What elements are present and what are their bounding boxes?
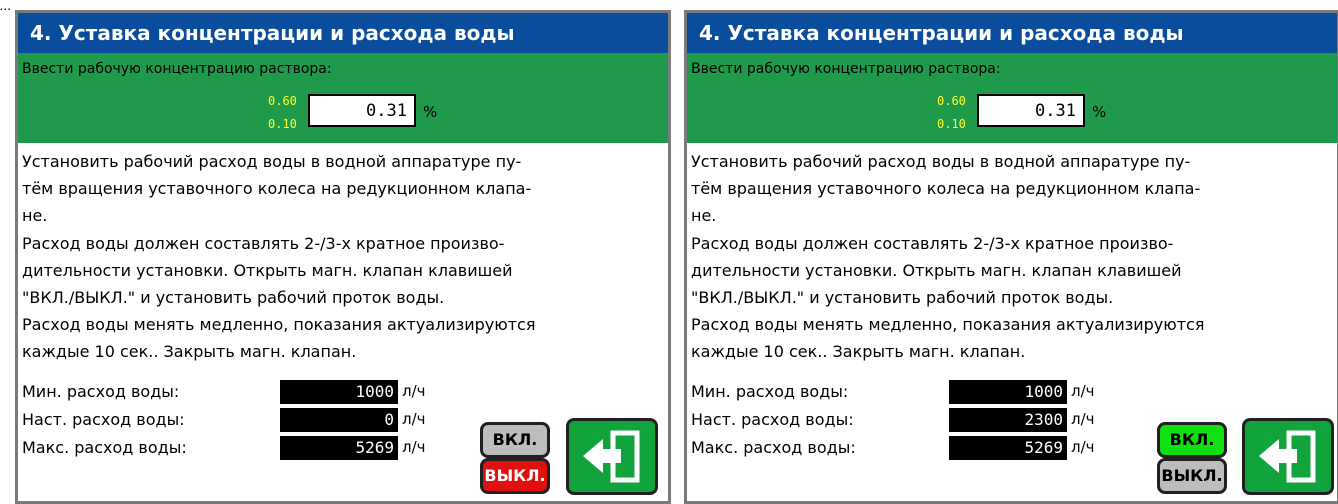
flow-row-min: Мин. расход воды: 1000 л/ч <box>691 380 1111 406</box>
setup-panel-right: 4. Уставка концентрации и расхода воды В… <box>684 10 1338 504</box>
instruction-line: дительности установки. Открыть магн. кла… <box>691 260 1182 280</box>
instruction-line: тём вращения уставочного колеса на редук… <box>691 179 1201 199</box>
flow-value: 1000 <box>949 380 1067 404</box>
flow-value: 5269 <box>280 436 398 460</box>
flow-unit: л/ч <box>1071 438 1095 456</box>
instruction-line: Расход воды должен составлять 2-/3-х кра… <box>691 233 1174 253</box>
flow-value: 0 <box>280 408 398 432</box>
flow-value: 5269 <box>949 436 1067 460</box>
flow-label: Макс. расход воды: <box>691 438 856 457</box>
instruction-line: Расход воды менять медленно, показания а… <box>22 315 536 335</box>
flow-row-min: Мин. расход воды: 1000 л/ч <box>22 380 442 406</box>
flow-label: Наст. расход воды: <box>22 410 185 429</box>
flow-row-max: Макс. расход воды: 5269 л/ч <box>22 436 442 462</box>
instruction-line: каждые 10 сек.. Закрыть магн. клапан. <box>691 342 1026 362</box>
flow-unit: л/ч <box>1071 382 1095 400</box>
instruction-line: Расход воды должен составлять 2-/3-х кра… <box>22 233 505 253</box>
instruction-line: Расход воды менять медленно, показания а… <box>691 315 1205 335</box>
off-button[interactable]: ВЫКЛ. <box>480 458 550 494</box>
concentration-label: Ввести рабочую концентрацию раствора: <box>22 61 332 77</box>
flow-row-current: Наст. расход воды: 2300 л/ч <box>691 408 1111 434</box>
exit-arrow-icon <box>1259 430 1316 483</box>
setup-panel-left: 4. Уставка концентрации и расхода воды В… <box>15 10 671 504</box>
instruction-line: Установить рабочий расход воды в водной … <box>22 152 522 171</box>
instruction-line: каждые 10 сек.. Закрыть магн. клапан. <box>22 342 357 362</box>
instruction-line: "ВКЛ./ВЫКЛ." и установить рабочий проток… <box>691 288 1114 308</box>
flow-unit: л/ч <box>402 410 426 428</box>
concentration-max: 0.60 <box>937 94 966 108</box>
instruction-line: Установить рабочий расход воды в водной … <box>691 152 1191 171</box>
instruction-line: "ВКЛ./ВЫКЛ." и установить рабочий проток… <box>22 288 445 308</box>
flow-unit: л/ч <box>402 438 426 456</box>
instruction-line: не. <box>691 206 717 226</box>
flow-label: Мин. расход воды: <box>691 382 849 401</box>
instructions-text: Установить рабочий расход воды в водной … <box>691 148 1331 366</box>
concentration-max: 0.60 <box>268 94 297 108</box>
flow-row-max: Макс. расход воды: 5269 л/ч <box>691 436 1111 462</box>
concentration-input[interactable]: 0.31 <box>977 94 1085 127</box>
flow-label: Макс. расход воды: <box>22 438 187 457</box>
flow-label: Мин. расход воды: <box>22 382 180 401</box>
flow-value: 2300 <box>949 408 1067 432</box>
page-title: 4. Уставка концентрации и расхода воды <box>687 13 1337 53</box>
caption-text: ... <box>0 0 12 10</box>
instructions-text: Установить рабочий расход воды в водной … <box>22 148 662 366</box>
concentration-label: Ввести рабочую концентрацию раствора: <box>691 61 1001 77</box>
on-button[interactable]: ВКЛ. <box>480 422 550 458</box>
off-button[interactable]: ВЫКЛ. <box>1157 458 1227 494</box>
page-title: 4. Уставка концентрации и расхода воды <box>18 13 668 53</box>
exit-arrow-icon <box>583 430 640 483</box>
instruction-line: дительности установки. Открыть магн. кла… <box>22 260 513 280</box>
concentration-unit: % <box>1092 103 1107 121</box>
concentration-input[interactable]: 0.31 <box>308 94 416 127</box>
exit-button[interactable] <box>1242 418 1334 495</box>
exit-button[interactable] <box>566 418 658 495</box>
flow-value: 1000 <box>280 380 398 404</box>
flow-row-current: Наст. расход воды: 0 л/ч <box>22 408 442 434</box>
flow-unit: л/ч <box>402 382 426 400</box>
concentration-section: Ввести рабочую концентрацию раствора: 0.… <box>687 53 1337 143</box>
flow-label: Наст. расход воды: <box>691 410 854 429</box>
concentration-min: 0.10 <box>268 117 297 131</box>
flow-unit: л/ч <box>1071 410 1095 428</box>
instruction-line: тём вращения уставочного колеса на редук… <box>22 179 532 199</box>
concentration-min: 0.10 <box>937 117 966 131</box>
on-button[interactable]: ВКЛ. <box>1157 422 1227 458</box>
instruction-line: не. <box>22 206 48 226</box>
concentration-unit: % <box>423 103 438 121</box>
concentration-section: Ввести рабочую концентрацию раствора: 0.… <box>18 53 668 143</box>
